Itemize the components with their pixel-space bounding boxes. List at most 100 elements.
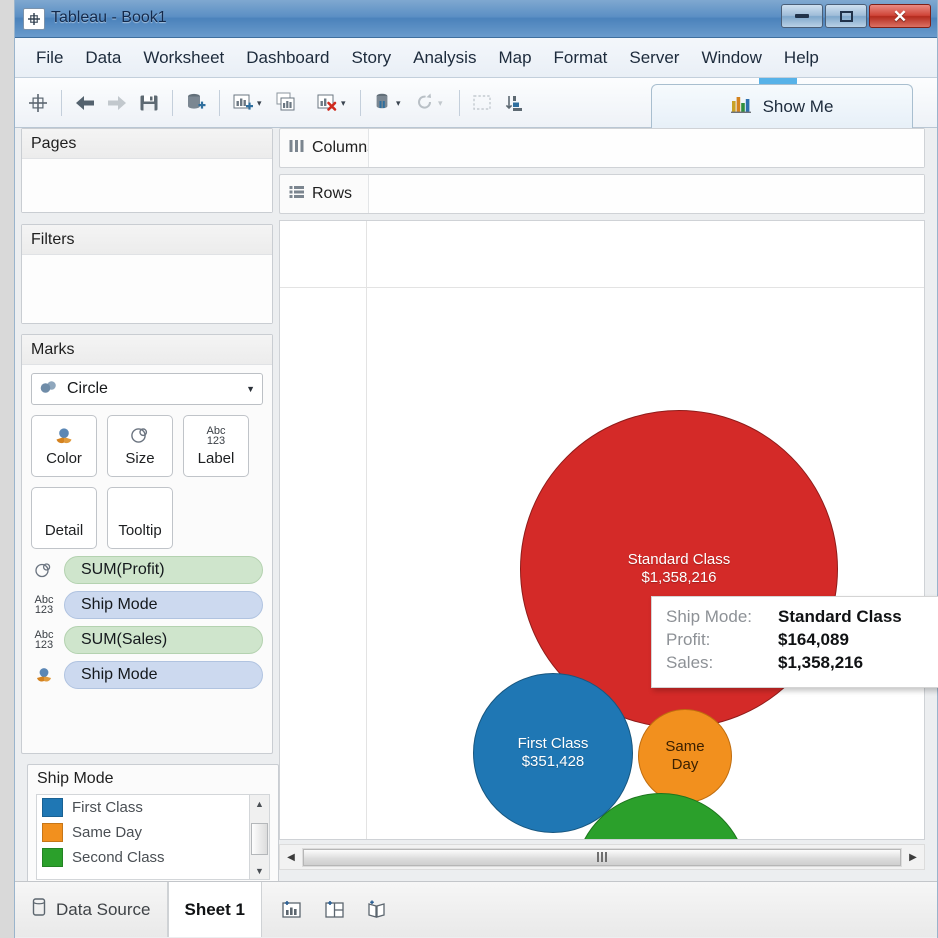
menu-help[interactable]: Help <box>773 44 830 72</box>
scrollbar-track[interactable] <box>302 848 902 867</box>
mark-type-dropdown[interactable]: Circle ▼ <box>31 373 263 405</box>
minimize-button[interactable] <box>781 4 823 28</box>
detail-button[interactable]: Detail <box>31 487 97 549</box>
rows-shelf[interactable]: Rows <box>279 174 925 214</box>
mark-type-value: Circle <box>67 380 238 398</box>
bar-chart-icon <box>731 95 753 118</box>
size-button[interactable]: Size <box>107 415 173 477</box>
pill-ship-mode-label[interactable]: Ship Mode <box>64 591 263 619</box>
sort-descending-icon[interactable] <box>500 86 530 120</box>
menu-dashboard[interactable]: Dashboard <box>235 44 340 72</box>
toolbar-separator <box>172 90 173 116</box>
size-button-label: Size <box>125 450 154 467</box>
tableau-home-icon[interactable] <box>23 86 53 120</box>
scrollbar-thumb[interactable] <box>303 849 901 866</box>
show-me-button[interactable]: Show Me <box>651 84 913 128</box>
menu-story[interactable]: Story <box>340 44 402 72</box>
size-circle-icon <box>31 561 57 579</box>
menu-window[interactable]: Window <box>690 44 772 72</box>
columns-shelf[interactable]: Columns <box>279 128 925 168</box>
new-story-icon[interactable] <box>364 896 392 924</box>
rows-drop-zone[interactable] <box>368 175 924 213</box>
filters-card: Filters <box>21 224 273 324</box>
tooltip-value: Standard Class <box>778 607 902 627</box>
pause-updates-icon[interactable]: ▾ <box>369 86 409 120</box>
label-button-label: Label <box>198 450 235 467</box>
data-source-tab[interactable]: Data Source <box>15 882 168 937</box>
pill-sum-sales[interactable]: SUM(Sales) <box>64 626 263 654</box>
menu-worksheet[interactable]: Worksheet <box>132 44 235 72</box>
legend-scrollbar-thumb[interactable] <box>251 823 268 855</box>
pill-sum-profit[interactable]: SUM(Profit) <box>64 556 263 584</box>
horizontal-scrollbar[interactable]: ◀ ▶ <box>279 844 925 870</box>
mark-tooltip: Ship Mode: Standard Class Profit: $164,0… <box>651 596 938 688</box>
menu-server[interactable]: Server <box>618 44 690 72</box>
bubble-same-day[interactable]: Same Day <box>638 709 732 803</box>
clear-sheet-icon[interactable]: ▾ <box>312 86 352 120</box>
tooltip-value: $164,089 <box>778 630 849 650</box>
undo-icon[interactable] <box>70 86 100 120</box>
legend-item[interactable]: Second Class <box>37 845 249 870</box>
rows-shelf-label-group: Rows <box>280 185 368 204</box>
new-worksheet-icon[interactable] <box>280 896 308 924</box>
workspace-area: Pages Filters Marks <box>15 128 937 938</box>
menu-file[interactable]: File <box>25 44 74 72</box>
gridline-horizontal <box>280 287 924 288</box>
triangle-right-icon[interactable]: ▶ <box>902 845 924 869</box>
color-button-label: Color <box>46 450 82 467</box>
new-data-source-icon[interactable] <box>181 86 211 120</box>
pill-ship-mode-color[interactable]: Ship Mode <box>64 661 263 689</box>
color-palette-icon <box>52 425 76 447</box>
viz-canvas[interactable]: Standard Class $1,358,216 First Class $3… <box>279 220 925 840</box>
new-dashboard-icon[interactable] <box>322 896 350 924</box>
save-icon[interactable] <box>134 86 164 120</box>
marks-pill-row: Abc 123 SUM(Sales) <box>31 626 263 654</box>
minimize-icon <box>795 14 809 18</box>
legend-scrollbar[interactable]: ▲ ▼ <box>249 794 270 880</box>
maximize-button[interactable] <box>825 4 867 28</box>
new-worksheet-icon[interactable]: ▾ <box>228 86 268 120</box>
circle-mark-icon <box>39 380 59 399</box>
sheet-tab-sheet1[interactable]: Sheet 1 <box>168 882 262 937</box>
menu-format[interactable]: Format <box>543 44 619 72</box>
label-button[interactable]: Abc 123 Label <box>183 415 249 477</box>
legend-item[interactable]: First Class <box>37 795 249 820</box>
marks-pill-row: SUM(Profit) <box>31 556 263 584</box>
tooltip-button-label: Tooltip <box>118 522 161 539</box>
tooltip-button[interactable]: Tooltip <box>107 487 173 549</box>
filters-drop-zone[interactable] <box>22 255 272 323</box>
columns-drop-zone[interactable] <box>368 129 924 167</box>
filters-card-title: Filters <box>22 225 272 255</box>
triangle-left-icon[interactable]: ◀ <box>280 845 302 869</box>
close-button[interactable]: ✕ <box>869 4 931 28</box>
legend-item[interactable]: Same Day <box>37 820 249 845</box>
redo-icon[interactable] <box>102 86 132 120</box>
columns-label: Columns <box>312 139 375 157</box>
marks-pill-row: Abc 123 Ship Mode <box>31 591 263 619</box>
marks-card: Marks Circle ▼ <box>21 334 273 754</box>
legend-item-label: Second Class <box>72 849 165 866</box>
refresh-icon[interactable]: ▾ <box>411 86 451 120</box>
menu-map[interactable]: Map <box>487 44 542 72</box>
pages-drop-zone[interactable] <box>22 159 272 212</box>
triangle-down-icon[interactable]: ▼ <box>250 862 269 879</box>
size-circle-icon <box>128 425 152 447</box>
toolbar-separator <box>360 90 361 116</box>
bubble-label-name-line1: Same <box>665 738 704 756</box>
tooltip-key: Sales: <box>666 653 778 673</box>
gridline-vertical <box>366 221 367 839</box>
title-bar: Tableau - Book1 ✕ <box>15 0 937 38</box>
status-bar: Data Source Sheet 1 <box>15 881 937 937</box>
swap-rows-columns-icon[interactable] <box>468 86 498 120</box>
tableau-logo-icon <box>23 8 45 30</box>
triangle-up-icon[interactable]: ▲ <box>250 795 269 812</box>
color-button[interactable]: Color <box>31 415 97 477</box>
legend-title: Ship Mode <box>28 765 278 792</box>
left-sidebar: Pages Filters Marks <box>21 128 273 878</box>
menu-analysis[interactable]: Analysis <box>402 44 487 72</box>
duplicate-sheet-icon[interactable] <box>270 86 310 120</box>
abc123-icon: Abc 123 <box>31 630 57 650</box>
menu-data[interactable]: Data <box>74 44 132 72</box>
tooltip-row: Profit: $164,089 <box>666 630 926 650</box>
svg-text:▾: ▾ <box>438 98 443 108</box>
